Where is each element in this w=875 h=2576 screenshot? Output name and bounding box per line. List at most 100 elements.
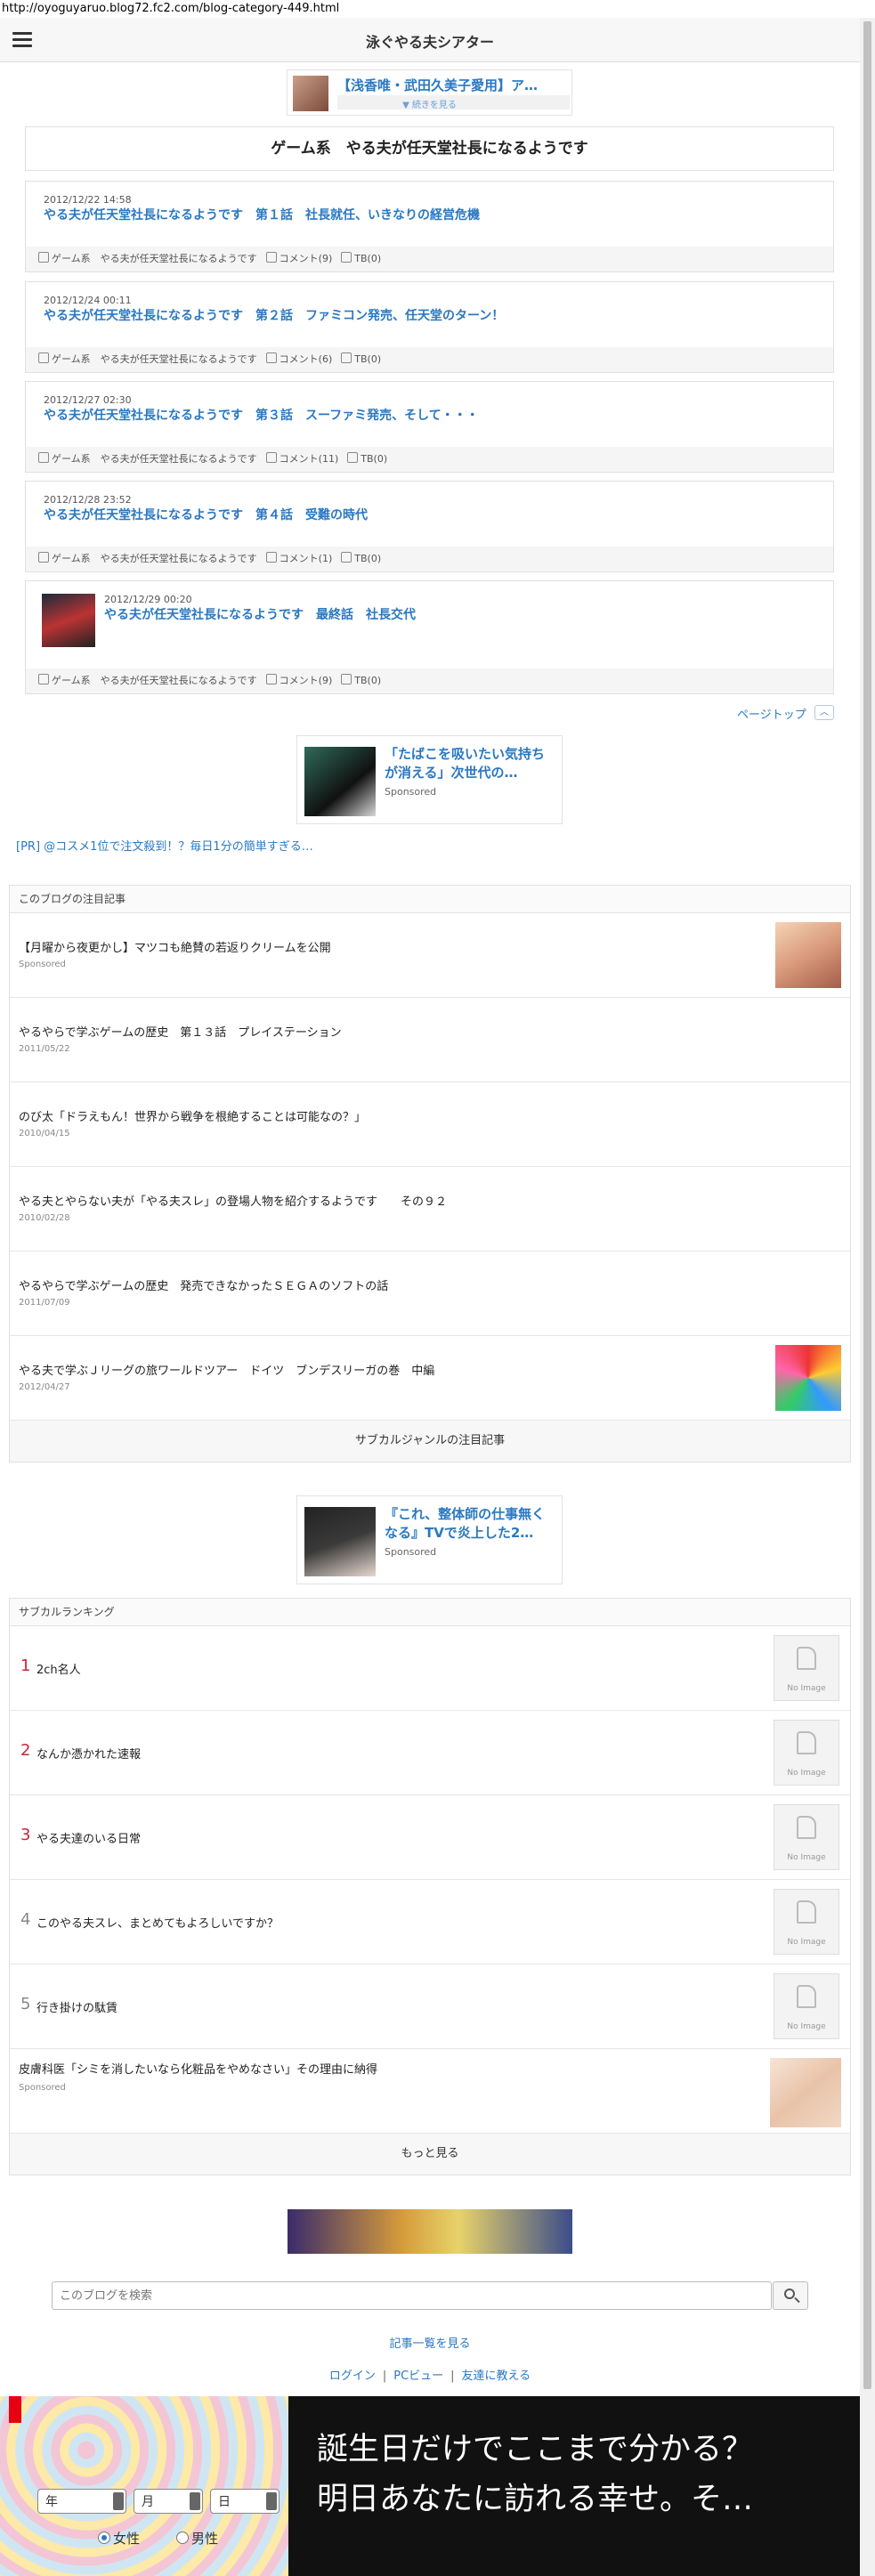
ad-title[interactable]: 「たばこを吸いたい気持ちが消える」次世代の…: [385, 745, 554, 782]
article-comments[interactable]: コメント(1): [280, 553, 333, 564]
featured-title[interactable]: やる夫で学ぶＪリーグの旅ワールドツアー ドイツ ブンデスリーガの巻 中編: [19, 1361, 434, 1378]
ad-sponsored-label: Sponsored: [385, 1546, 437, 1558]
no-image-placeholder[interactable]: No Image: [774, 1635, 839, 1701]
rank-blog-name[interactable]: なんか憑かれた速報: [36, 1745, 141, 1762]
search-input[interactable]: [58, 2282, 720, 2309]
select-arrow-icon: [113, 2492, 124, 2510]
no-image-icon: [797, 1816, 816, 1839]
featured-item[interactable]: 【月曜から夜更かし】マツコも絶賛の若返りクリームを公開 Sponsored: [10, 913, 850, 998]
featured-date: 2010/02/28: [19, 1213, 70, 1223]
top-ad[interactable]: 【浅香唯・武田久美子愛用】ア… ▼ 続きを見る: [287, 69, 572, 116]
no-image-label: No Image: [787, 2022, 826, 2031]
article-title-link[interactable]: やる夫が任天堂社長になるようです 第２話 ファミコン発売、任天堂のターン！: [44, 306, 504, 324]
sponsored-thumbnail[interactable]: [770, 2058, 841, 2127]
article-tb[interactable]: TB(0): [354, 675, 381, 686]
article-category[interactable]: ゲーム系 やる夫が任天堂社長になるようです: [52, 253, 257, 264]
rank-number: 4: [20, 1910, 31, 1929]
ad-thumbnail: [304, 1507, 376, 1576]
ad-title[interactable]: 『これ、整体師の仕事無くなる』TVで炎上した2…: [385, 1505, 554, 1543]
article-comments[interactable]: コメント(11): [280, 453, 339, 465]
male-radio[interactable]: 男性: [176, 2529, 218, 2548]
female-radio[interactable]: 女性: [98, 2529, 140, 2548]
article-category[interactable]: ゲーム系 やる夫が任天堂社長になるようです: [52, 553, 257, 564]
ranking-item[interactable]: 2 なんか憑かれた速報 No Image: [10, 1711, 850, 1795]
day-select[interactable]: 日: [210, 2489, 280, 2514]
month-select[interactable]: 月: [134, 2489, 203, 2514]
no-image-icon: [797, 1731, 816, 1754]
site-title[interactable]: 泳ぐやる夫シアター: [0, 30, 860, 52]
rank-blog-name[interactable]: このやる夫スレ、まとめてもよろしいですか？: [36, 1914, 279, 1931]
ad-more-link[interactable]: ▼ 続きを見る: [288, 97, 571, 110]
article-title-link[interactable]: やる夫が任天堂社長になるようです 第３話 スーファミ発売、そして・・・: [44, 406, 479, 424]
featured-title[interactable]: のび太「ドラえもん！世界から戦争を根絶することは可能なの？」: [19, 1107, 366, 1124]
article-tb[interactable]: TB(0): [354, 553, 381, 564]
bottom-fortune-ad[interactable]: 年 月 日 女性 男性 誕生日だけでここまで分かる？ 明日あなたに訪れる幸せ。そ…: [0, 2396, 860, 2576]
more-button[interactable]: もっと見る: [10, 2134, 850, 2175]
article-list-link[interactable]: 記事一覧を見る: [389, 2337, 470, 2351]
article-comments[interactable]: コメント(9): [280, 675, 333, 686]
article-category[interactable]: ゲーム系 やる夫が任天堂社長になるようです: [52, 453, 257, 465]
game-banner-ad[interactable]: [288, 2209, 572, 2254]
article-title-link[interactable]: やる夫が任天堂社長になるようです 最終話 社長交代: [104, 605, 416, 623]
article-card: 2012/12/24 00:11 やる夫が任天堂社長になるようです 第２話 ファ…: [25, 281, 834, 373]
article-title-link[interactable]: やる夫が任天堂社長になるようです 第４話 受難の時代: [44, 506, 368, 523]
featured-title[interactable]: やるやらで学ぶゲームの歴史 発売できなかったＳＥＧＡのソフトの話: [19, 1276, 388, 1293]
featured-item[interactable]: やる夫とやらない夫が「やる夫スレ」の登場人物を紹介するようです その９２ 201…: [10, 1167, 850, 1252]
no-image-placeholder[interactable]: No Image: [774, 1720, 839, 1786]
rank-number: 3: [20, 1826, 31, 1844]
featured-item[interactable]: やる夫で学ぶＪリーグの旅ワールドツアー ドイツ ブンデスリーガの巻 中編 201…: [10, 1336, 850, 1421]
chevron-up-icon[interactable]: ︿: [814, 705, 834, 720]
featured-title[interactable]: やる夫とやらない夫が「やる夫スレ」の登場人物を紹介するようです その９２: [19, 1192, 447, 1209]
article-thumbnail[interactable]: [42, 594, 95, 647]
article-comments[interactable]: コメント(9): [280, 253, 333, 264]
sponsored-ad-1[interactable]: 「たばこを吸いたい気持ちが消える」次世代の… Sponsored: [296, 735, 563, 824]
comment-icon: [265, 252, 277, 263]
article-category[interactable]: ゲーム系 やる夫が任天堂社長になるようです: [52, 675, 257, 686]
featured-item[interactable]: やるやらで学ぶゲームの歴史 発売できなかったＳＥＧＡのソフトの話 2011/07…: [10, 1252, 850, 1336]
ad-title[interactable]: 【浅香唯・武田久美子愛用】ア…: [337, 76, 538, 94]
ad-sponsored-label: Sponsored: [385, 786, 437, 798]
ranking-item[interactable]: 3 やる夫達のいる日常 No Image: [10, 1795, 850, 1880]
featured-title[interactable]: やるやらで学ぶゲームの歴史 第１３話 プレイステーション: [19, 1023, 342, 1040]
no-image-placeholder[interactable]: No Image: [774, 1889, 839, 1955]
featured-item[interactable]: やるやらで学ぶゲームの歴史 第１３話 プレイステーション 2011/05/22: [10, 998, 850, 1082]
article-tb[interactable]: TB(0): [354, 353, 381, 365]
month-label: 月: [142, 2495, 154, 2509]
ranking-sponsored-item[interactable]: 皮膚科医「シミを消したいなら化粧品をやめなさい」その理由に納得 Sponsore…: [10, 2049, 850, 2134]
article-category[interactable]: ゲーム系 やる夫が任天堂社長になるようです: [52, 353, 257, 365]
article-comments[interactable]: コメント(6): [280, 353, 333, 365]
year-select[interactable]: 年: [37, 2489, 126, 2514]
folder-icon: [38, 674, 49, 685]
tell-friend-link[interactable]: 友達に教える: [462, 2369, 531, 2383]
sponsored-ad-2[interactable]: 『これ、整体師の仕事無くなる』TVで炎上した2… Sponsored: [296, 1495, 563, 1584]
ranking-item[interactable]: 4 このやる夫スレ、まとめてもよろしいですか？ No Image: [10, 1880, 850, 1964]
rank-blog-name[interactable]: やる夫達のいる日常: [36, 1829, 141, 1846]
sponsored-title[interactable]: 皮膚科医「シミを消したいなら化粧品をやめなさい」その理由に納得: [19, 2060, 377, 2077]
ranking-item[interactable]: 5 行き掛けの駄賃 No Image: [10, 1964, 850, 2049]
page-top-link[interactable]: ページトップ: [737, 705, 806, 722]
blog-search-field[interactable]: [52, 2281, 772, 2310]
comment-icon: [265, 452, 277, 463]
no-image-label: No Image: [787, 1853, 826, 1862]
comment-icon: [265, 674, 277, 685]
article-tb[interactable]: TB(0): [361, 453, 387, 465]
article-title-link[interactable]: やる夫が任天堂社長になるようです 第１話 社長就任、いきなりの経営危機: [44, 206, 480, 223]
scrollbar-thumb[interactable]: [863, 21, 871, 2389]
ad-pattern-background: [0, 2396, 288, 2576]
featured-thumbnail[interactable]: [775, 1345, 841, 1411]
search-button[interactable]: [773, 2281, 808, 2310]
rank-number: 2: [20, 1741, 31, 1760]
no-image-placeholder[interactable]: No Image: [774, 1973, 839, 2039]
featured-title[interactable]: 【月曜から夜更かし】マツコも絶賛の若返りクリームを公開: [19, 938, 331, 955]
ranking-item[interactable]: 1 2ch名人 No Image: [10, 1626, 850, 1711]
featured-thumbnail[interactable]: [775, 922, 841, 988]
pr-link[interactable]: [PR] @コスメ1位で注文殺到！？毎日1分の簡単すぎる…: [16, 837, 313, 854]
login-link[interactable]: ログイン: [329, 2369, 376, 2383]
rank-blog-name[interactable]: 2ch名人: [36, 1660, 81, 1677]
no-image-placeholder[interactable]: No Image: [774, 1804, 839, 1870]
featured-item[interactable]: のび太「ドラえもん！世界から戦争を根絶することは可能なの？」 2010/04/1…: [10, 1082, 850, 1167]
rank-blog-name[interactable]: 行き掛けの駄賃: [36, 1998, 117, 2015]
pc-view-link[interactable]: PCビュー: [393, 2369, 443, 2383]
genre-featured-link[interactable]: サブカルジャンルの注目記事: [10, 1421, 850, 1462]
article-tb[interactable]: TB(0): [354, 253, 381, 264]
